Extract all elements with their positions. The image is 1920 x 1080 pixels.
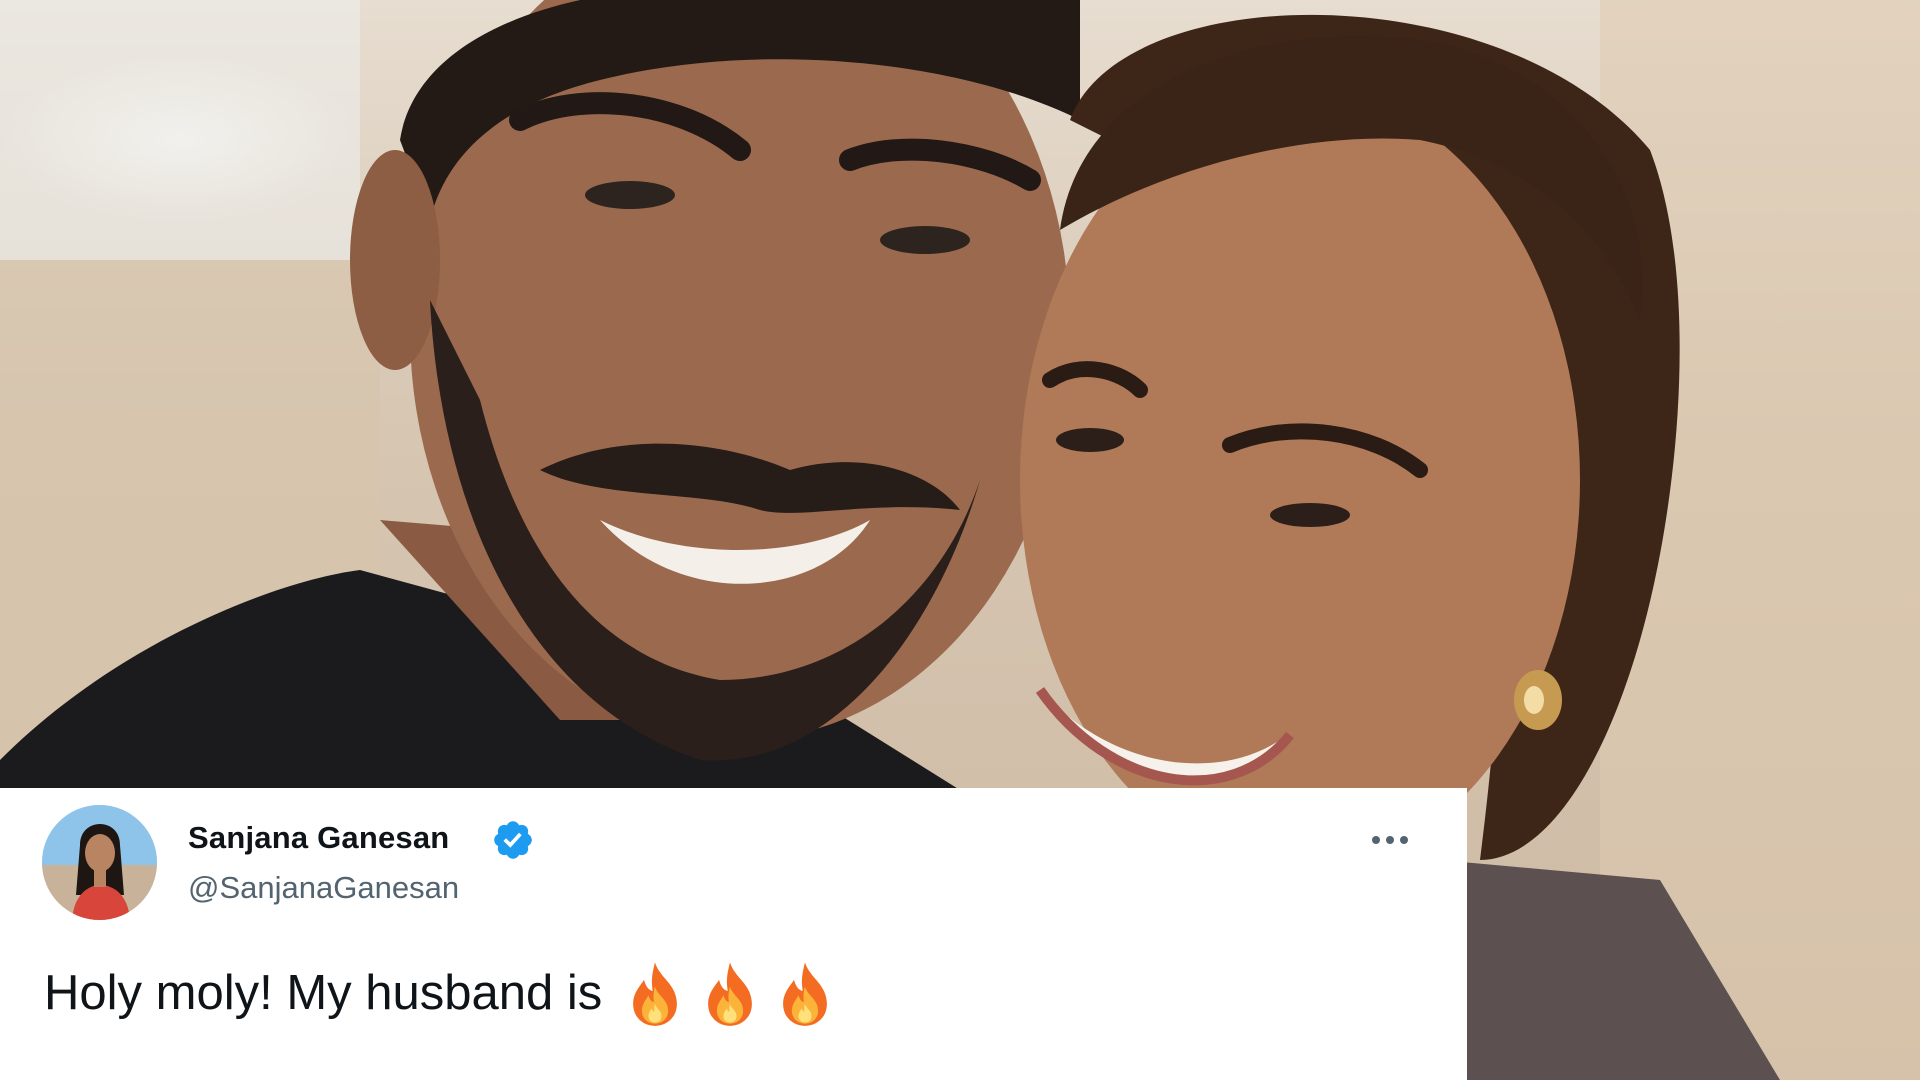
display-name[interactable]: Sanjana Ganesan (188, 820, 449, 856)
fire-icon (633, 962, 678, 1026)
tweet-card[interactable]: Sanjana Ganesan @SanjanaGanesan Holy mol… (0, 788, 1467, 1080)
verified-badge-icon (494, 821, 532, 859)
fire-icon (783, 962, 828, 1026)
tweet-text: Holy moly! My husband is (44, 958, 840, 1028)
more-options-icon[interactable] (1368, 828, 1412, 852)
avatar[interactable] (42, 805, 157, 920)
profile-photo (42, 805, 157, 920)
tweet-text-content: Holy moly! My husband is (44, 966, 603, 1020)
user-handle[interactable]: @SanjanaGanesan (188, 870, 459, 906)
fire-icon (708, 962, 753, 1026)
